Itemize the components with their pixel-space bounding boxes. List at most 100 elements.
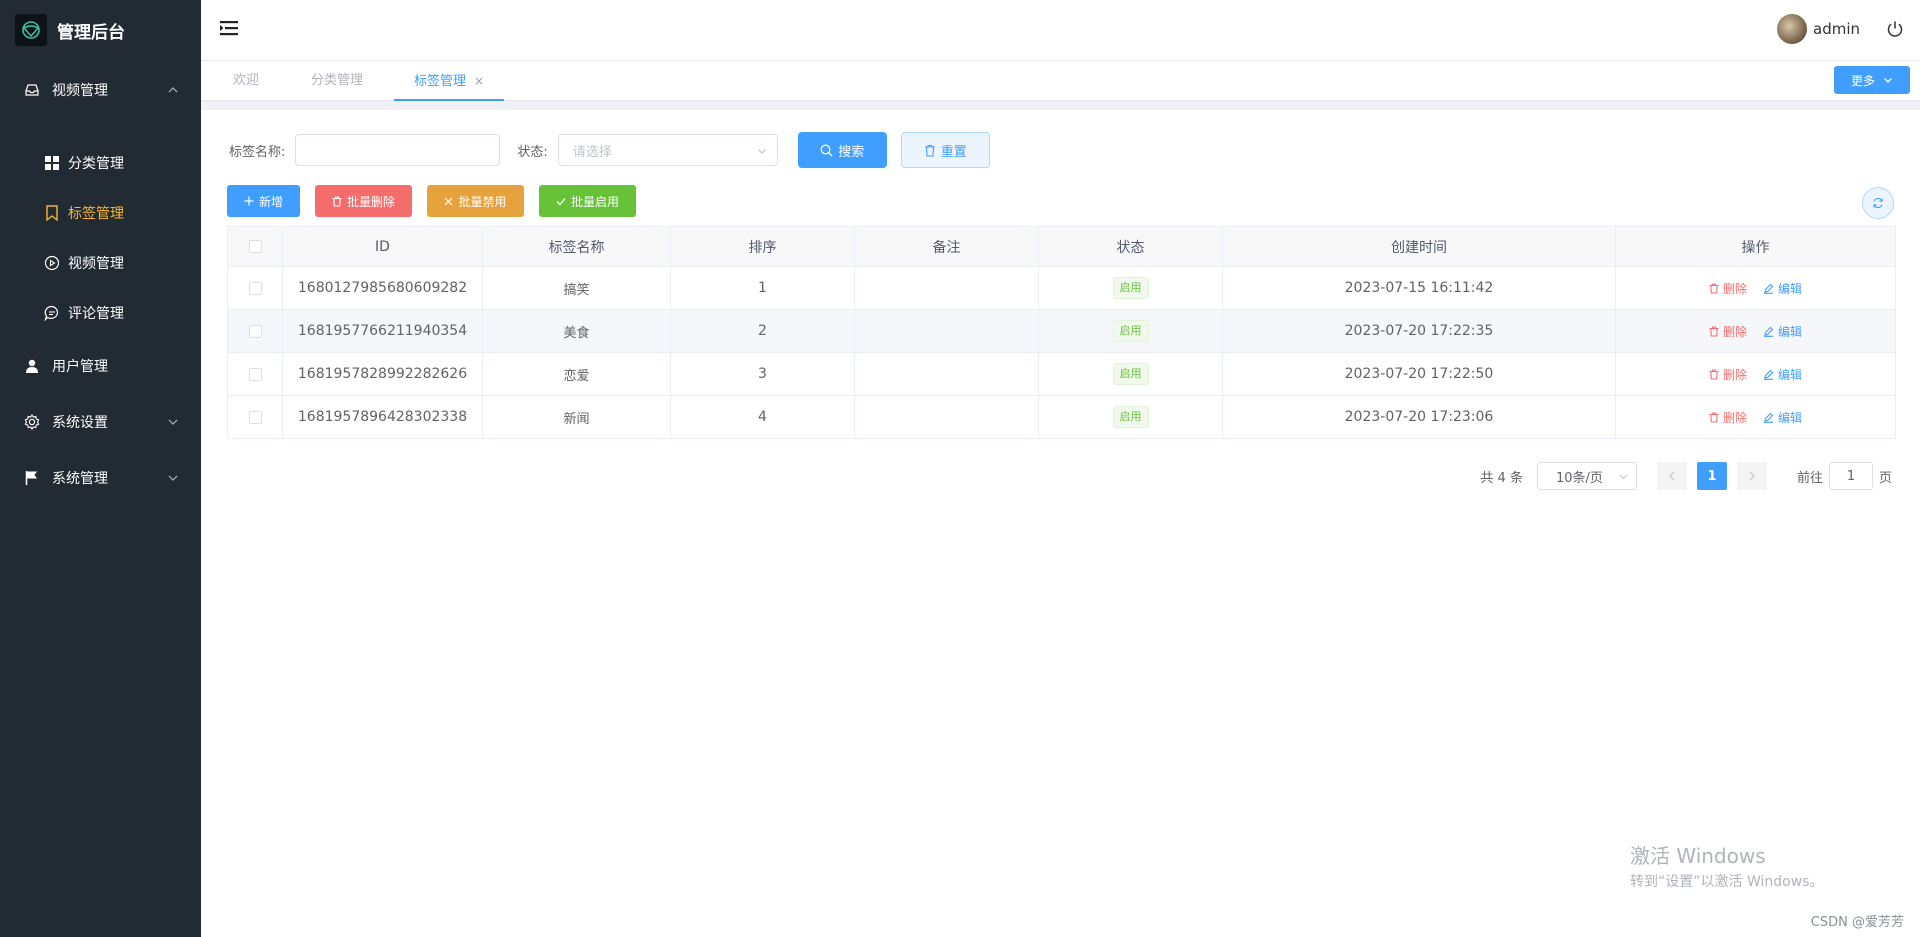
avatar[interactable]: [1777, 14, 1807, 44]
cell-actions: 删除 编辑: [1616, 267, 1895, 309]
status-badge: 启用: [1112, 406, 1149, 428]
submenu-category[interactable]: 分类管理: [0, 138, 201, 188]
table-row[interactable]: 1681957896428302338 新闻 4 启用 2023-07-20 1…: [228, 396, 1895, 439]
tab-category[interactable]: 分类管理: [311, 61, 363, 101]
column-header[interactable]: 操作: [1616, 227, 1895, 266]
tab-tag-mgmt-label: 标签管理: [414, 74, 467, 89]
cell-order: 4: [671, 396, 855, 438]
cell-actions: 删除 编辑: [1616, 353, 1895, 395]
cell-status: 启用: [1039, 353, 1223, 395]
trash-icon: [1709, 411, 1719, 423]
cell-name: 新闻: [483, 396, 671, 438]
reset-button[interactable]: 重置: [900, 132, 990, 168]
row-checkbox[interactable]: [248, 410, 262, 424]
pagination: 共 4 条 10条/页 1 前往 1 页: [1480, 462, 1892, 490]
submenu-comment[interactable]: 评论管理: [0, 288, 201, 338]
goto-page-input[interactable]: 1: [1828, 462, 1873, 490]
trash-icon: [332, 195, 342, 207]
select-all-cell: [228, 227, 283, 266]
delete-button[interactable]: 删除: [1709, 323, 1747, 340]
menu-system-mgmt-label: 系统管理: [52, 471, 108, 487]
edit-button[interactable]: 编辑: [1763, 323, 1802, 340]
delete-button[interactable]: 删除: [1709, 409, 1747, 426]
prev-page-button[interactable]: [1656, 462, 1687, 490]
delete-label: 删除: [1722, 324, 1747, 339]
more-button[interactable]: 更多: [1834, 66, 1910, 94]
reset-button-label: 重置: [940, 144, 967, 160]
submenu-comment-label: 评论管理: [68, 306, 124, 322]
tag-name-label: 标签名称:: [229, 144, 286, 160]
column-header[interactable]: 状态: [1039, 227, 1223, 266]
table-row[interactable]: 1681957766211940354 美食 2 启用 2023-07-20 1…: [228, 310, 1895, 353]
close-icon[interactable]: ×: [474, 74, 484, 88]
submenu-video[interactable]: 视频管理: [0, 238, 201, 288]
delete-button[interactable]: 删除: [1709, 280, 1747, 297]
delete-button[interactable]: 删除: [1709, 366, 1747, 383]
main-content: 标签名称: 状态: 请选择 搜索 重置 新增 批量删除 批量禁用 批量启用 ID…: [201, 110, 1920, 937]
batch-enable-button[interactable]: 批量启用: [539, 185, 636, 217]
next-page-button[interactable]: [1736, 462, 1767, 490]
column-header[interactable]: 创建时间: [1223, 227, 1616, 266]
menu-fold-icon[interactable]: [219, 18, 239, 38]
cell-name: 恋爱: [483, 353, 671, 395]
menu-system-settings[interactable]: 系统设置: [0, 394, 201, 450]
play-circle-icon: [44, 255, 60, 271]
select-all-checkbox[interactable]: [248, 240, 262, 253]
row-checkbox[interactable]: [248, 367, 262, 381]
power-icon[interactable]: [1886, 20, 1904, 38]
username[interactable]: admin: [1813, 20, 1860, 38]
tab-welcome[interactable]: 欢迎: [233, 61, 259, 101]
edit-button[interactable]: 编辑: [1763, 366, 1802, 383]
cell-status: 启用: [1039, 310, 1223, 352]
column-header[interactable]: ID: [283, 227, 483, 266]
cell-order: 3: [671, 353, 855, 395]
search-form: 标签名称: 状态: 请选择 搜索 重置: [229, 132, 990, 168]
cell-remark: [855, 396, 1039, 438]
top-header: admin: [201, 0, 1920, 61]
user-menu[interactable]: admin: [1777, 14, 1860, 44]
row-checkbox[interactable]: [248, 324, 262, 338]
watermark-title: 激活 Windows: [1630, 844, 1766, 868]
tab-tag-mgmt[interactable]: 标签管理 ×: [394, 61, 505, 101]
column-header[interactable]: 排序: [671, 227, 855, 266]
menu-system-mgmt[interactable]: 系统管理: [0, 450, 201, 506]
menu-video-group[interactable]: 视频管理: [0, 62, 201, 118]
cell-created: 2023-07-20 17:22:50: [1223, 353, 1616, 395]
status-select[interactable]: 请选择: [557, 134, 778, 166]
brand: 管理后台: [0, 0, 201, 60]
brand-title: 管理后台: [57, 22, 125, 43]
column-header[interactable]: 标签名称: [483, 227, 671, 266]
row-select-cell: [228, 310, 283, 352]
page-number-button[interactable]: 1: [1696, 462, 1727, 490]
user-icon: [24, 358, 40, 374]
tag-name-input[interactable]: [295, 134, 501, 166]
batch-delete-button[interactable]: 批量删除: [315, 185, 412, 217]
table-row[interactable]: 1681957828992282626 恋爱 3 启用 2023-07-20 1…: [228, 353, 1895, 396]
edit-button[interactable]: 编辑: [1763, 280, 1802, 297]
submenu-video-label: 视频管理: [68, 256, 124, 272]
menu-system-settings-label: 系统设置: [52, 415, 108, 431]
search-button[interactable]: 搜索: [797, 132, 887, 168]
column-header[interactable]: 备注: [855, 227, 1039, 266]
status-select-placeholder: 请选择: [572, 144, 612, 160]
submenu-tag[interactable]: 标签管理: [0, 188, 201, 238]
cell-id: 1680127985680609282: [283, 267, 483, 309]
table-row[interactable]: 1680127985680609282 搞笑 1 启用 2023-07-15 1…: [228, 267, 1895, 310]
menu-user-mgmt[interactable]: 用户管理: [0, 338, 201, 394]
logo-icon: [15, 14, 47, 46]
edit-button[interactable]: 编辑: [1763, 409, 1802, 426]
refresh-button[interactable]: [1862, 187, 1894, 219]
batch-disable-button[interactable]: 批量禁用: [427, 185, 524, 217]
delete-label: 删除: [1722, 281, 1747, 296]
gear-icon: [24, 414, 40, 430]
batch-disable-label: 批量禁用: [458, 194, 507, 209]
edit-icon: [1764, 369, 1774, 380]
goto-suffix: 页: [1878, 470, 1892, 486]
edit-label: 编辑: [1778, 324, 1803, 339]
add-button[interactable]: 新增: [227, 185, 300, 217]
menu-video-group-label: 视频管理: [52, 83, 108, 99]
page-size-select[interactable]: 10条/页: [1536, 462, 1637, 490]
row-checkbox[interactable]: [248, 281, 262, 295]
windows-activation-watermark: 激活 Windows 转到“设置”以激活 Windows。: [1630, 840, 1823, 891]
footer-credit: CSDN @爱芳芳: [1810, 915, 1904, 930]
